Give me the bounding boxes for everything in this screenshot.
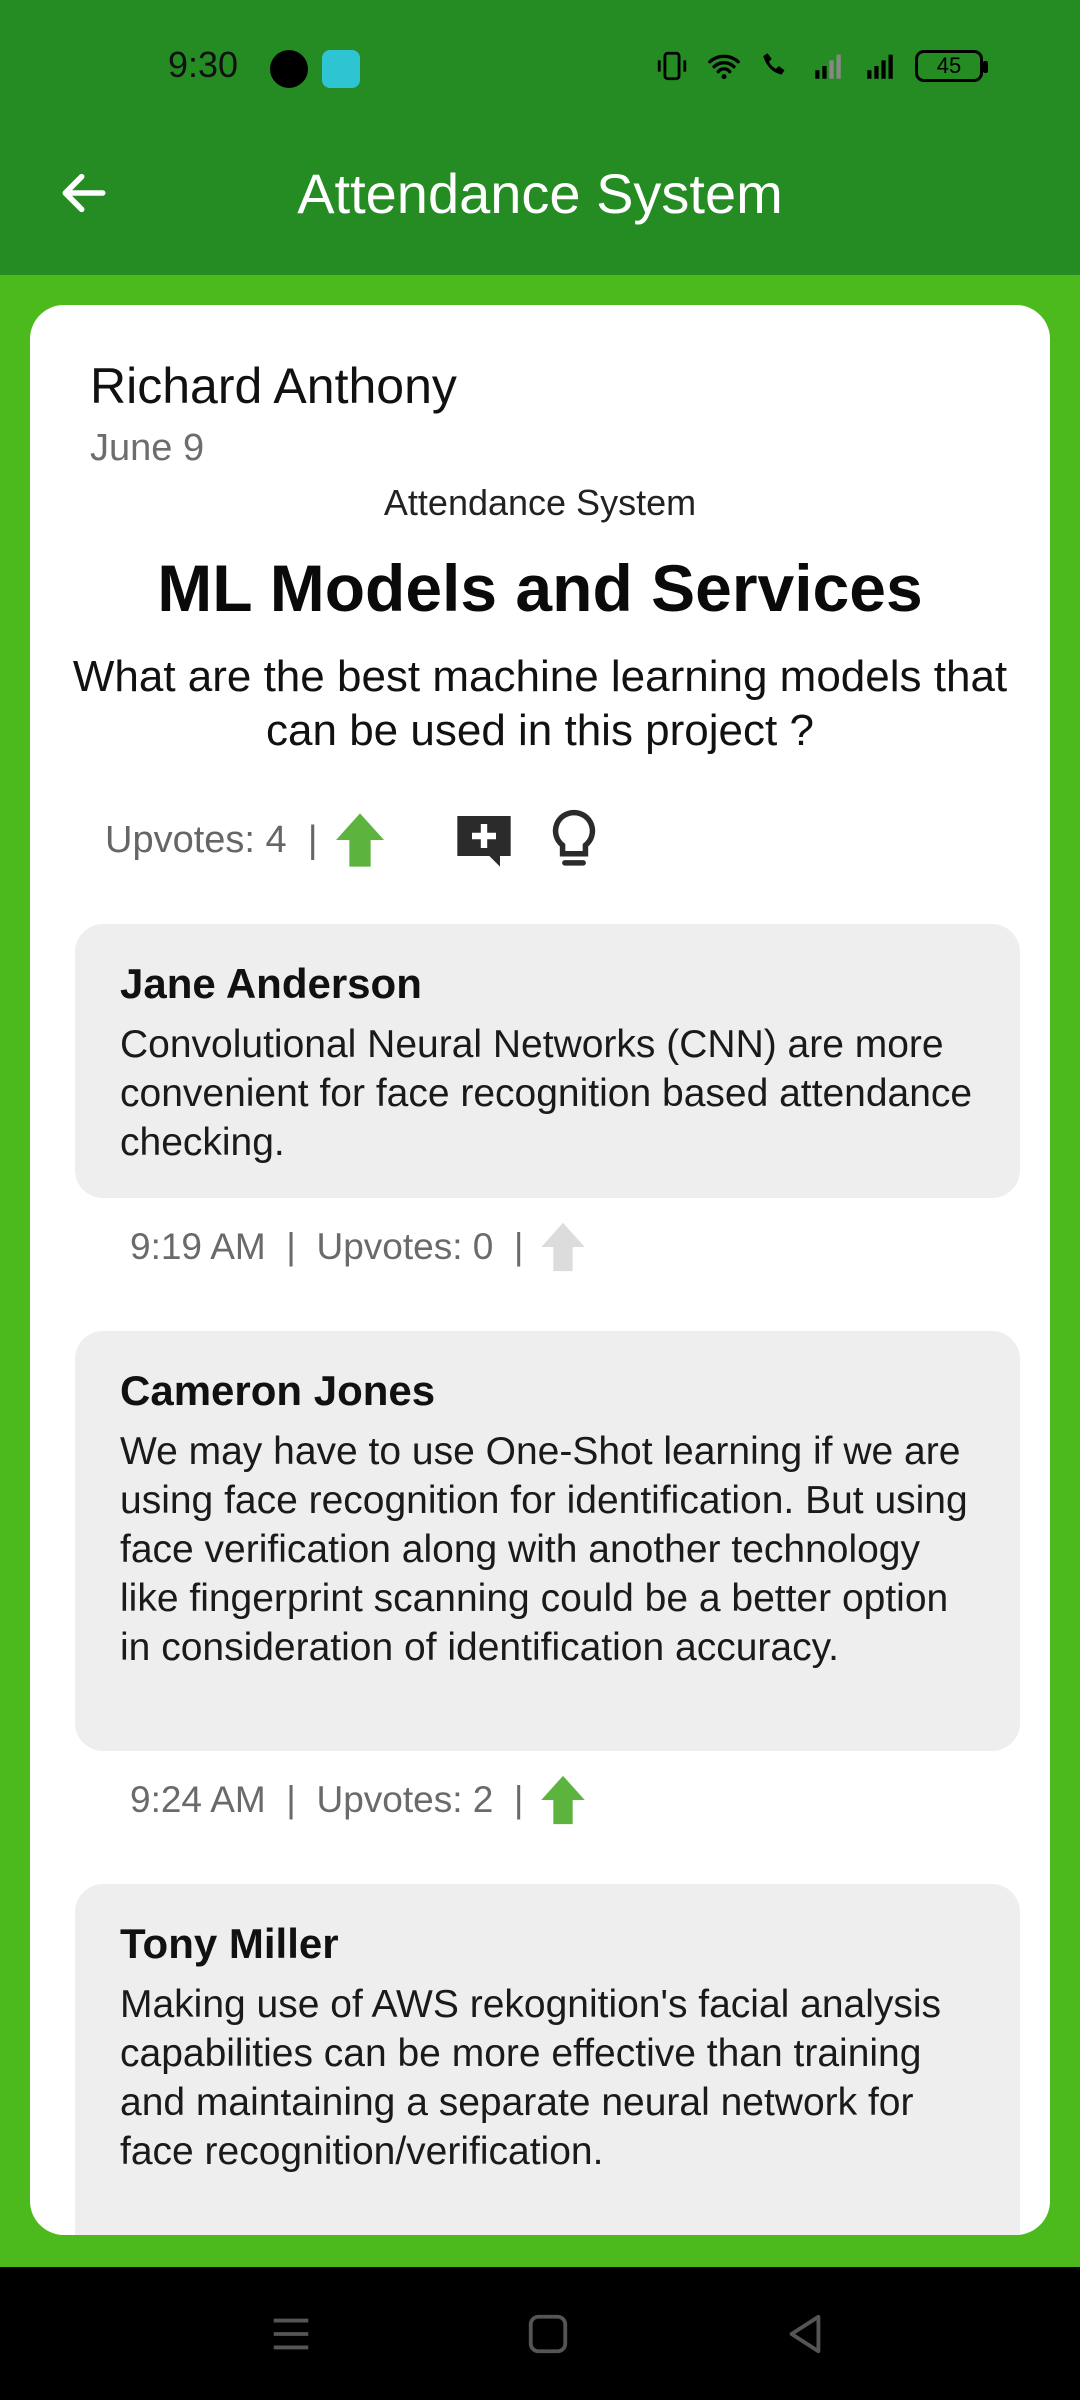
top-app-area: 9:30 45 Attendance System [0, 0, 1080, 275]
post-card: Richard Anthony June 9 Attendance System… [30, 305, 1050, 2235]
reply-card: Jane Anderson Convolutional Neural Netwo… [75, 924, 1020, 1198]
reply-body: We may have to use One-Shot learning if … [120, 1430, 968, 1669]
status-bar: 9:30 45 [0, 0, 1080, 135]
app-title: Attendance System [297, 162, 783, 225]
battery-indicator: 45 [915, 50, 988, 82]
post-actions: Upvotes: 4 | [105, 805, 602, 875]
post-category: Attendance System [383, 482, 697, 523]
post-title: ML Models and Services [157, 551, 923, 625]
signal-icon-2 [867, 54, 893, 79]
arrow-up-icon[interactable] [534, 1218, 592, 1276]
post-upvotes: Upvotes: 4 | [105, 818, 318, 861]
reply-card: Cameron Jones We may have to use One-Sho… [75, 1331, 1020, 1751]
reply-body: Convolutional Neural Networks (CNN) are … [120, 1023, 973, 1164]
reply-author: Tony Miller [120, 1920, 339, 1967]
notification-app-icon [270, 50, 308, 88]
reply-meta: 9:24 AM | Upvotes: 2 | [130, 1768, 592, 1832]
system-nav-bar [0, 2267, 1080, 2400]
menu-icon[interactable] [268, 2311, 314, 2357]
reply-body: Making use of AWS rekognition's facial a… [120, 1983, 942, 2173]
wifi-icon [708, 54, 740, 80]
post-author: Richard Anthony [90, 358, 457, 414]
vibrate-icon [657, 51, 687, 81]
wifi-calling-icon [763, 53, 785, 75]
status-time: 9:30 [168, 44, 239, 85]
reply-author: Jane Anderson [120, 960, 422, 1007]
notification-app-icon-2 [322, 50, 360, 88]
status-icons: 45 [655, 46, 988, 86]
lightbulb-icon[interactable] [546, 808, 602, 872]
screen: 9:30 45 Attendance System Richard Anthon… [0, 0, 1080, 2400]
arrow-up-icon[interactable] [534, 1771, 592, 1829]
reply-meta: 9:19 AM | Upvotes: 0 | [130, 1215, 592, 1279]
reply-author: Cameron Jones [120, 1367, 436, 1414]
arrow-up-icon[interactable] [328, 808, 392, 872]
add-comment-icon[interactable] [452, 808, 516, 872]
app-bar: Attendance System [0, 135, 1080, 275]
post-question: What are the best machine learning model… [72, 652, 1008, 755]
reply-meta-text: 9:19 AM | Upvotes: 0 | [130, 1226, 524, 1267]
back-triangle-icon[interactable] [782, 2311, 828, 2357]
home-icon[interactable] [525, 2311, 571, 2357]
post-date: June 9 [90, 427, 205, 469]
battery-level: 45 [936, 53, 962, 78]
reply-card: Tony Miller Making use of AWS rekognitio… [75, 1884, 1020, 2235]
reply-meta-text: 9:24 AM | Upvotes: 2 | [130, 1779, 524, 1820]
signal-icon [815, 54, 841, 79]
